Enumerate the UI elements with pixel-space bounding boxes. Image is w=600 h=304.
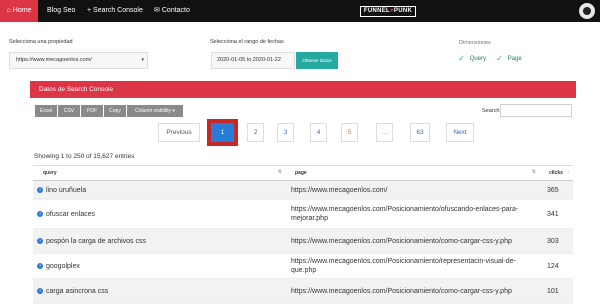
property-label: Selecciona una propiedad [9,39,73,45]
sort-icon: ⇅ [531,169,536,175]
column-header-query-label: query [43,170,57,176]
pagination-page-1-label: 1 [211,123,234,142]
cell-page[interactable]: https://www.mecagoenlos.com/Posicionamie… [285,253,539,279]
cell-query: ? googolplex [33,253,285,279]
pagination-page-4[interactable]: 4 [310,123,327,142]
cell-query: ? pospón la carga de archivos css [33,228,285,254]
cell-clicks: 341 [539,199,573,229]
table-row: ? pospón la carga de archivos css https:/… [33,228,573,254]
fetch-data-button[interactable]: Obtener Datos [296,52,338,69]
pagination-page-last[interactable]: 63 [410,123,430,142]
column-visibility-button[interactable]: Column visibility ▾ [127,105,183,117]
pagination-page-3[interactable]: 3 [277,123,294,142]
brand-logo[interactable]: FUNNEL♥PUNK [360,6,416,17]
cell-clicks: 101 [539,278,573,304]
info-icon[interactable]: ? [37,210,43,217]
cell-page[interactable]: https://www.mecagoenlos.com/Posicionamie… [285,199,539,229]
check-icon: ✓ [458,54,465,63]
pagination-previous[interactable]: Previous [158,123,200,142]
envelope-icon: ✉ [154,7,160,14]
nav-home[interactable]: ⌂ Home [0,0,38,22]
data-table: query ⇅ page ⇅ clicks ↓ ? lino uruñuela http… [33,165,573,304]
panel-title: Datos de Search Console [30,81,576,98]
cell-clicks: 365 [539,180,573,200]
column-header-page[interactable]: page ⇅ [285,165,539,181]
search-input[interactable] [500,104,572,117]
table-row: ? lino uruñuela https://www.mecagoenlos.c… [33,180,573,200]
copy-button[interactable]: Copy [104,105,126,117]
cell-page[interactable]: https://www.mecagoenlos.com/ [285,180,539,200]
column-header-page-label: page [295,170,307,176]
pagination-ellipsis: … [376,123,393,142]
pagination-page-5[interactable]: 5 [341,123,358,142]
top-navbar: ⌂ Home Blog Seo + Search Console ✉ Contact… [0,0,600,22]
date-range-input[interactable]: 2020-01-05 to 2020-01-22 [211,52,295,69]
cell-query: ? lino uruñuela [33,180,285,200]
search-label: Search: [482,108,501,114]
cell-query: ? ofuscar enlaces [33,199,285,229]
cell-page[interactable]: https://www.mecagoenlos.com/Posicionamie… [285,278,539,304]
dimension-query-label: Query [469,56,487,62]
dimension-page-toggle[interactable]: ✓ Page [496,54,522,63]
nav-blog-seo[interactable]: Blog Seo [47,0,75,22]
info-icon[interactable]: ? [37,237,43,244]
cell-page[interactable]: https://www.mecagoenlos.com/Posicionamie… [285,228,539,254]
entries-info: Showing 1 to 250 of 15,627 entries [34,153,135,160]
export-excel-button[interactable]: Excel [35,105,57,117]
cell-query-text: ofuscar enlaces [46,210,96,218]
table-row: ? carga asincrona css https://www.mecagoe… [33,278,573,304]
brand-logo-right: PUNK [393,8,413,14]
column-header-query[interactable]: query ⇅ [33,165,285,181]
nav-contact-label: Contacto [161,7,190,14]
pagination-page-1[interactable]: 1 [207,119,238,146]
property-select[interactable]: https://www.mecagoenlos.com/ ▾ [9,52,148,69]
cell-clicks: 124 [539,253,573,279]
pagination-page-2[interactable]: 2 [247,123,264,142]
info-icon[interactable]: ? [37,287,43,294]
cell-query-text: pospón la carga de archivos css [46,237,146,245]
dimension-page-label: Page [507,56,522,62]
info-icon[interactable]: ? [37,262,43,269]
nav-search-console[interactable]: + Search Console [87,0,143,22]
caret-down-icon: ▾ [141,57,144,63]
sort-icon: ⇅ [277,169,282,175]
table-row: ? ofuscar enlaces https://www.mecagoenlos… [33,199,573,229]
date-range-label: Selecciona el rango de fechas [210,39,284,45]
sort-desc-icon: ↓ [567,169,571,175]
dimension-query-toggle[interactable]: ✓ Query [458,54,486,63]
dimensions-label: Dimensiones [459,40,491,46]
property-select-value: https://www.mecagoenlos.com/ [16,57,92,63]
export-csv-button[interactable]: CSV [58,105,80,117]
nav-home-label: Home [12,7,32,14]
home-icon: ⌂ [6,7,11,14]
info-icon[interactable]: ? [37,186,43,193]
cell-query-text: googolplex [46,262,80,270]
table-row: ? googolplex https://www.mecagoenlos.com/… [33,253,573,279]
check-icon: ✓ [496,54,503,63]
cell-query-text: lino uruñuela [46,186,87,194]
column-header-clicks[interactable]: clicks ↓ [539,165,573,181]
cell-query: ? carga asincrona css [33,278,285,304]
export-pdf-button[interactable]: PDF [81,105,103,117]
pagination-next[interactable]: Next [446,123,474,142]
column-header-clicks-label: clicks [549,170,563,176]
cell-clicks: 303 [539,228,573,254]
brand-logo-left: FUNNEL [363,8,391,14]
nav-contact[interactable]: ✉ Contacto [154,0,190,22]
user-avatar[interactable] [579,3,595,19]
cell-query-text: carga asincrona css [46,287,109,295]
